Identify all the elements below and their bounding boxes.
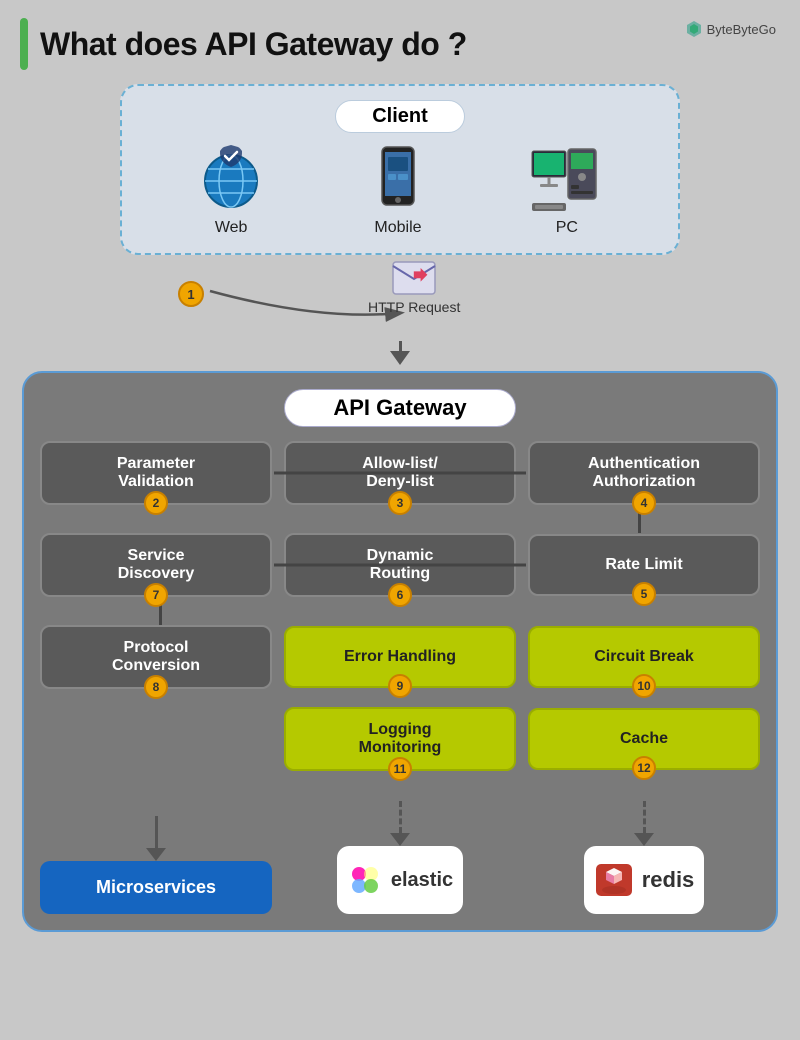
redis-label: redis [642, 867, 695, 893]
box-label: AuthenticationAuthorization [588, 455, 700, 491]
box-label: ServiceDiscovery [118, 547, 195, 583]
client-icons: Web Mobile [142, 143, 658, 237]
box-error-handling: Error Handling 9 [284, 626, 516, 688]
brand: ByteByteGo [685, 20, 776, 38]
box-label: LoggingMonitoring [359, 721, 442, 757]
gateway-rows: ParameterValidation 2 Allow-list/Deny-li… [40, 441, 760, 771]
row2-cols: ServiceDiscovery 7 DynamicRouting 6 [40, 533, 760, 597]
badge-3: 3 [388, 491, 412, 515]
row1-cols: ParameterValidation 2 Allow-list/Deny-li… [40, 441, 760, 505]
box-rate-limit: Rate Limit 5 [528, 534, 760, 596]
redis-logo: redis [584, 846, 705, 914]
box-service-disc: ServiceDiscovery 7 [40, 533, 272, 597]
envelope-icon [392, 261, 436, 297]
client-box: Client [120, 84, 680, 255]
top-flow: Client [20, 84, 780, 371]
badge-5: 5 [632, 582, 656, 606]
client-item-pc: PC [530, 147, 604, 237]
http-area: 1 [120, 261, 680, 341]
box-label: ParameterValidation [117, 455, 195, 491]
box-label: Rate Limit [605, 556, 682, 574]
box-label: Cache [620, 730, 668, 748]
title-accent [20, 18, 28, 70]
row2-hline [274, 564, 526, 567]
redis-col: redis [528, 801, 760, 914]
client-label-wrap: Client [142, 100, 658, 133]
client-pc-label: PC [556, 219, 578, 237]
col-service-disc: ServiceDiscovery 7 [40, 533, 272, 597]
elastic-col: elastic [284, 801, 516, 914]
box-circuit-break: Circuit Break 10 [528, 626, 760, 688]
row4: LoggingMonitoring 11 Cache 12 [40, 707, 760, 771]
col-cache: Cache 12 [528, 708, 760, 770]
microservices-btn[interactable]: Microservices [40, 861, 272, 914]
box-label: Error Handling [344, 648, 456, 666]
down-arrow-ms [146, 816, 166, 861]
client-item-web: Web [196, 143, 266, 237]
elastic-label: elastic [391, 869, 453, 892]
row3: ProtocolConversion 8 Error Handling 9 [40, 625, 760, 689]
col-protocol: ProtocolConversion 8 [40, 625, 272, 689]
row1-hline [274, 472, 526, 475]
col-rate-limit: Rate Limit 5 [528, 534, 760, 596]
badge-2: 2 [144, 491, 168, 515]
microservices-col: Microservices [40, 816, 272, 914]
col-circuit-break: Circuit Break 10 [528, 626, 760, 688]
gateway-label: API Gateway [284, 389, 515, 427]
client-web-label: Web [215, 219, 248, 237]
row1: ParameterValidation 2 Allow-list/Deny-li… [40, 441, 760, 505]
gateway-label-wrap: API Gateway [40, 389, 760, 427]
row4-cols: LoggingMonitoring 11 Cache 12 [40, 707, 760, 771]
page-title: What does API Gateway do ? [40, 26, 467, 63]
mobile-icon [378, 145, 418, 213]
box-param-validation: ParameterValidation 2 [40, 441, 272, 505]
box-logging: LoggingMonitoring 11 [284, 707, 516, 771]
badge-10: 10 [632, 674, 656, 698]
elastic-logo: elastic [337, 846, 463, 914]
client-item-mobile: Mobile [374, 145, 421, 237]
badge-6: 6 [388, 583, 412, 607]
redis-icon [594, 862, 634, 898]
box-auth: AuthenticationAuthorization 4 [528, 441, 760, 505]
pc-icon [530, 147, 604, 213]
page: ByteByteGo What does API Gateway do ? Cl… [0, 0, 800, 1040]
badge-4: 4 [632, 491, 656, 515]
badge-11: 11 [388, 757, 412, 781]
badge-12: 12 [632, 756, 656, 780]
title-area: What does API Gateway do ? [20, 18, 780, 70]
badge-9: 9 [388, 674, 412, 698]
badge-8: 8 [144, 675, 168, 699]
web-icon [196, 143, 266, 213]
col-param-val: ParameterValidation 2 [40, 441, 272, 505]
badge-7: 7 [144, 583, 168, 607]
main-layout: Client [20, 84, 780, 932]
client-label: Client [335, 100, 465, 133]
box-protocol: ProtocolConversion 8 [40, 625, 272, 689]
row2: ServiceDiscovery 7 DynamicRouting 6 [40, 533, 760, 597]
bottom-section: Microservices [40, 801, 760, 914]
box-label: ProtocolConversion [112, 639, 200, 675]
col-logging: LoggingMonitoring 11 [284, 707, 516, 771]
down-arrow-to-gateway [390, 341, 410, 365]
elastic-icon [347, 862, 383, 898]
box-label: Circuit Break [594, 648, 694, 666]
box-cache: Cache 12 [528, 708, 760, 770]
down-arrow-elastic [390, 801, 410, 846]
down-arrow-redis [634, 801, 654, 846]
col-error-handling: Error Handling 9 [284, 626, 516, 688]
http-label: HTTP Request [368, 299, 460, 315]
envelope-area: HTTP Request [368, 261, 460, 315]
api-gateway-box: API Gateway ParameterValidation 2 [22, 371, 778, 932]
client-mobile-label: Mobile [374, 219, 421, 237]
col-auth: AuthenticationAuthorization 4 [528, 441, 760, 505]
row3-cols: ProtocolConversion 8 Error Handling 9 [40, 625, 760, 689]
